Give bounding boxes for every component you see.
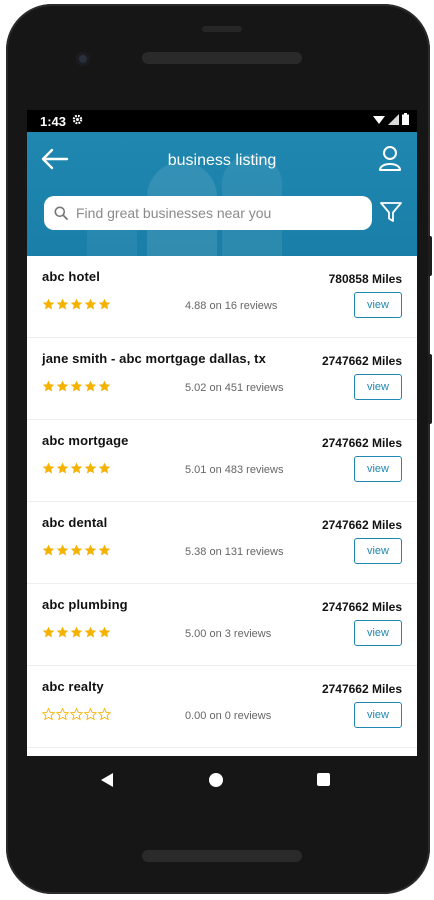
- distance-label: 2747662 Miles: [321, 436, 402, 450]
- view-button[interactable]: view: [354, 374, 402, 400]
- nav-home-icon[interactable]: [209, 773, 223, 787]
- star-filled-icon: [84, 462, 97, 474]
- app-screen: 1:43 business listing Find great busines…: [27, 110, 417, 756]
- user-icon[interactable]: [377, 144, 403, 172]
- business-name: abc mortgage: [42, 433, 129, 448]
- status-bar: 1:43: [27, 110, 417, 132]
- page-title: business listing: [167, 152, 277, 169]
- search-input[interactable]: [74, 204, 358, 222]
- star-filled-icon: [98, 380, 111, 392]
- distance-label: 780858 Miles: [328, 272, 402, 286]
- front-camera: [76, 52, 90, 66]
- business-list: abc hotel 780858 Miles 4.88 on 16 reviews v…: [27, 256, 417, 748]
- star-filled-icon: [56, 544, 69, 556]
- power-button: [428, 236, 432, 276]
- star-filled-icon: [84, 380, 97, 392]
- star-filled-icon: [98, 626, 111, 638]
- star-rating: [42, 708, 111, 721]
- nav-recents-icon[interactable]: [317, 773, 330, 786]
- star-rating: [42, 462, 111, 475]
- star-filled-icon: [56, 462, 69, 474]
- nav-back-icon[interactable]: [100, 772, 114, 788]
- business-name: abc plumbing: [42, 597, 128, 612]
- list-item[interactable]: jane smith - abc mortgage dallas, tx 2747…: [27, 338, 417, 420]
- rating-summary: 0.00 on 0 reviews: [185, 710, 272, 722]
- star-filled-icon: [70, 298, 83, 310]
- view-button[interactable]: view: [354, 292, 402, 318]
- star-filled-icon: [98, 462, 111, 474]
- rating-summary: 5.38 on 131 reviews: [185, 546, 284, 558]
- search-icon: [54, 206, 68, 220]
- view-button[interactable]: view: [354, 702, 402, 728]
- star-filled-icon: [70, 380, 83, 392]
- rating-summary: 5.02 on 451 reviews: [185, 382, 284, 394]
- business-name: abc hotel: [42, 269, 100, 284]
- star-filled-icon: [98, 544, 111, 556]
- star-rating: [42, 544, 111, 557]
- star-rating: [42, 626, 111, 639]
- star-filled-icon: [70, 544, 83, 556]
- star-empty-icon: [42, 708, 55, 721]
- star-empty-icon: [84, 708, 97, 721]
- top-slot: [202, 26, 242, 32]
- star-filled-icon: [98, 298, 111, 310]
- view-button[interactable]: view: [354, 538, 402, 564]
- list-item[interactable]: abc dental 2747662 Miles 5.38 on 131 revie…: [27, 502, 417, 584]
- star-filled-icon: [42, 298, 55, 310]
- star-filled-icon: [84, 544, 97, 556]
- star-filled-icon: [56, 626, 69, 638]
- rating-summary: 5.00 on 3 reviews: [185, 628, 272, 640]
- gear-icon: [72, 114, 83, 128]
- business-name: abc realty: [42, 679, 104, 694]
- view-button[interactable]: view: [354, 620, 402, 646]
- cell-signal-icon: [388, 113, 399, 125]
- list-item[interactable]: abc plumbing 2747662 Miles 5.00 on 3 revie…: [27, 584, 417, 666]
- star-filled-icon: [42, 544, 55, 556]
- star-rating: [42, 298, 111, 311]
- list-item[interactable]: abc mortgage 2747662 Miles 5.01 on 483 rev…: [27, 420, 417, 502]
- business-name: jane smith - abc mortgage dallas, tx: [42, 351, 266, 366]
- android-nav-bar: [6, 756, 430, 816]
- search-bar[interactable]: [44, 196, 372, 230]
- list-item[interactable]: abc hotel 780858 Miles 4.88 on 16 reviews v…: [27, 256, 417, 338]
- distance-label: 2747662 Miles: [321, 518, 402, 532]
- star-filled-icon: [56, 380, 69, 392]
- star-rating: [42, 380, 111, 393]
- star-filled-icon: [56, 298, 69, 310]
- star-empty-icon: [98, 708, 111, 721]
- earpiece-speaker: [142, 52, 302, 64]
- star-filled-icon: [70, 462, 83, 474]
- star-filled-icon: [84, 298, 97, 310]
- app-header: business listing: [27, 132, 417, 256]
- business-name: abc dental: [42, 515, 108, 530]
- star-empty-icon: [70, 708, 83, 721]
- distance-label: 2747662 Miles: [321, 682, 402, 696]
- star-filled-icon: [42, 380, 55, 392]
- distance-label: 2747662 Miles: [321, 600, 402, 614]
- star-filled-icon: [70, 626, 83, 638]
- view-button[interactable]: view: [354, 456, 402, 482]
- battery-icon: [402, 113, 409, 125]
- star-empty-icon: [56, 708, 69, 721]
- status-icons: [373, 113, 409, 125]
- status-time: 1:43: [40, 113, 67, 129]
- wifi-icon: [373, 115, 385, 124]
- star-filled-icon: [42, 626, 55, 638]
- star-filled-icon: [42, 462, 55, 474]
- star-filled-icon: [84, 626, 97, 638]
- distance-label: 2747662 Miles: [321, 354, 402, 368]
- rating-summary: 5.01 on 483 reviews: [185, 464, 284, 476]
- filter-icon[interactable]: [379, 200, 405, 226]
- phone-frame: 1:43 business listing Find great busines…: [6, 4, 432, 894]
- volume-button: [428, 354, 432, 424]
- bottom-speaker: [142, 850, 302, 862]
- list-item[interactable]: abc realty 2747662 Miles 0.00 on 0 reviews…: [27, 666, 417, 748]
- rating-summary: 4.88 on 16 reviews: [185, 300, 278, 312]
